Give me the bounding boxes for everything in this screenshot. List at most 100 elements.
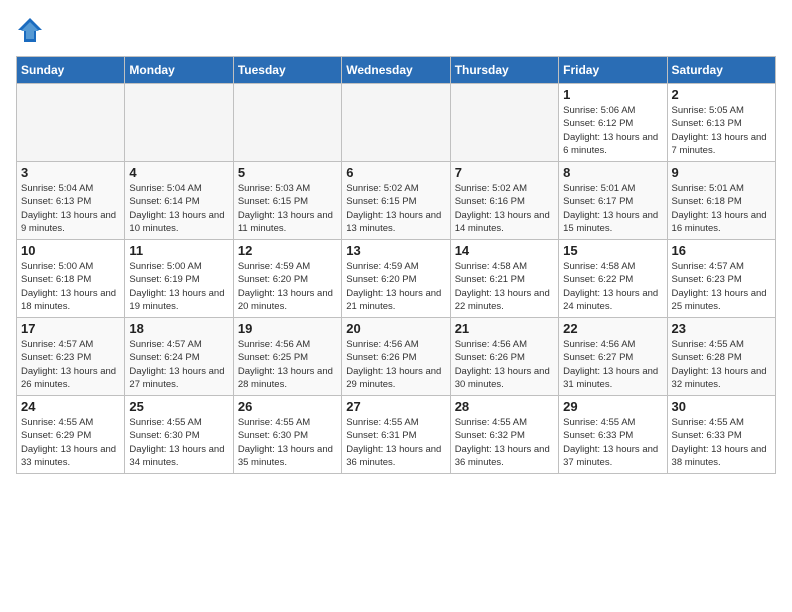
calendar-cell: 12 Sunrise: 4:59 AM Sunset: 6:20 PM Dayli… xyxy=(233,240,341,318)
day-info: Sunrise: 4:57 AM Sunset: 6:23 PM Dayligh… xyxy=(672,260,771,313)
day-info: Sunrise: 5:01 AM Sunset: 6:17 PM Dayligh… xyxy=(563,182,662,235)
day-number: 16 xyxy=(672,243,771,258)
calendar-cell xyxy=(17,84,125,162)
calendar-cell: 9Sunrise: 5:01 AM Sunset: 6:18 PM Daylig… xyxy=(667,162,775,240)
calendar-cell: 17Sunrise: 4:57 AM Sunset: 6:23 PM Dayli… xyxy=(17,318,125,396)
calendar-cell: 25 Sunrise: 4:55 AM Sunset: 6:30 PM Dayli… xyxy=(125,396,233,474)
day-info: Sunrise: 4:58 AM Sunset: 6:22 PM Dayligh… xyxy=(563,260,662,313)
calendar-cell: 19 Sunrise: 4:56 AM Sunset: 6:25 PM Dayli… xyxy=(233,318,341,396)
day-number: 30 xyxy=(672,399,771,414)
calendar-cell: 15 Sunrise: 4:58 AM Sunset: 6:22 PM Dayli… xyxy=(559,240,667,318)
day-info: Sunrise: 5:06 AM Sunset: 6:12 PM Dayligh… xyxy=(563,104,662,157)
day-number: 22 xyxy=(563,321,662,336)
calendar-week-row: 10 Sunrise: 5:00 AM Sunset: 6:18 PM Dayli… xyxy=(17,240,776,318)
day-number: 25 xyxy=(129,399,228,414)
day-number: 14 xyxy=(455,243,554,258)
day-number: 23 xyxy=(672,321,771,336)
day-number: 2 xyxy=(672,87,771,102)
calendar-cell xyxy=(450,84,558,162)
day-info: Sunrise: 5:04 AM Sunset: 6:14 PM Dayligh… xyxy=(129,182,228,235)
calendar-cell: 6 Sunrise: 5:02 AM Sunset: 6:15 PM Daylig… xyxy=(342,162,450,240)
calendar-cell: 4 Sunrise: 5:04 AM Sunset: 6:14 PM Daylig… xyxy=(125,162,233,240)
calendar-cell: 22 Sunrise: 4:56 AM Sunset: 6:27 PM Dayli… xyxy=(559,318,667,396)
calendar-cell: 21 Sunrise: 4:56 AM Sunset: 6:26 PM Dayli… xyxy=(450,318,558,396)
calendar-cell: 20 Sunrise: 4:56 AM Sunset: 6:26 PM Dayli… xyxy=(342,318,450,396)
day-number: 17 xyxy=(21,321,120,336)
weekday-header: Thursday xyxy=(450,57,558,84)
day-info: Sunrise: 5:00 AM Sunset: 6:18 PM Dayligh… xyxy=(21,260,120,313)
day-info: Sunrise: 4:58 AM Sunset: 6:21 PM Dayligh… xyxy=(455,260,554,313)
calendar-cell xyxy=(125,84,233,162)
day-info: Sunrise: 4:55 AM Sunset: 6:33 PM Dayligh… xyxy=(563,416,662,469)
calendar-header-row: SundayMondayTuesdayWednesdayThursdayFrid… xyxy=(17,57,776,84)
weekday-header: Saturday xyxy=(667,57,775,84)
day-info: Sunrise: 4:55 AM Sunset: 6:32 PM Dayligh… xyxy=(455,416,554,469)
day-info: Sunrise: 5:03 AM Sunset: 6:15 PM Dayligh… xyxy=(238,182,337,235)
header xyxy=(16,16,776,44)
day-info: Sunrise: 4:59 AM Sunset: 6:20 PM Dayligh… xyxy=(238,260,337,313)
day-info: Sunrise: 5:05 AM Sunset: 6:13 PM Dayligh… xyxy=(672,104,771,157)
day-info: Sunrise: 4:56 AM Sunset: 6:25 PM Dayligh… xyxy=(238,338,337,391)
day-info: Sunrise: 4:57 AM Sunset: 6:24 PM Dayligh… xyxy=(129,338,228,391)
calendar-cell: 10 Sunrise: 5:00 AM Sunset: 6:18 PM Dayli… xyxy=(17,240,125,318)
calendar-cell: 5 Sunrise: 5:03 AM Sunset: 6:15 PM Daylig… xyxy=(233,162,341,240)
day-number: 20 xyxy=(346,321,445,336)
day-number: 19 xyxy=(238,321,337,336)
day-info: Sunrise: 4:55 AM Sunset: 6:30 PM Dayligh… xyxy=(129,416,228,469)
day-number: 8 xyxy=(563,165,662,180)
day-info: Sunrise: 4:59 AM Sunset: 6:20 PM Dayligh… xyxy=(346,260,445,313)
day-number: 1 xyxy=(563,87,662,102)
calendar-cell: 24 Sunrise: 4:55 AM Sunset: 6:29 PM Dayli… xyxy=(17,396,125,474)
weekday-header: Tuesday xyxy=(233,57,341,84)
weekday-header: Monday xyxy=(125,57,233,84)
day-number: 29 xyxy=(563,399,662,414)
calendar-cell xyxy=(233,84,341,162)
day-number: 3 xyxy=(21,165,120,180)
day-number: 21 xyxy=(455,321,554,336)
day-number: 5 xyxy=(238,165,337,180)
day-info: Sunrise: 4:56 AM Sunset: 6:27 PM Dayligh… xyxy=(563,338,662,391)
day-info: Sunrise: 5:00 AM Sunset: 6:19 PM Dayligh… xyxy=(129,260,228,313)
calendar-cell: 14 Sunrise: 4:58 AM Sunset: 6:21 PM Dayli… xyxy=(450,240,558,318)
calendar-cell: 2 Sunrise: 5:05 AM Sunset: 6:13 PM Daylig… xyxy=(667,84,775,162)
weekday-header: Friday xyxy=(559,57,667,84)
calendar-cell: 28 Sunrise: 4:55 AM Sunset: 6:32 PM Dayli… xyxy=(450,396,558,474)
calendar-cell: 26Sunrise: 4:55 AM Sunset: 6:30 PM Dayli… xyxy=(233,396,341,474)
day-number: 9 xyxy=(672,165,771,180)
day-info: Sunrise: 5:02 AM Sunset: 6:16 PM Dayligh… xyxy=(455,182,554,235)
day-number: 18 xyxy=(129,321,228,336)
calendar-week-row: 3 Sunrise: 5:04 AM Sunset: 6:13 PM Daylig… xyxy=(17,162,776,240)
day-info: Sunrise: 4:55 AM Sunset: 6:28 PM Dayligh… xyxy=(672,338,771,391)
day-number: 7 xyxy=(455,165,554,180)
calendar-table: SundayMondayTuesdayWednesdayThursdayFrid… xyxy=(16,56,776,474)
day-info: Sunrise: 5:02 AM Sunset: 6:15 PM Dayligh… xyxy=(346,182,445,235)
day-number: 12 xyxy=(238,243,337,258)
calendar-cell: 27Sunrise: 4:55 AM Sunset: 6:31 PM Dayli… xyxy=(342,396,450,474)
calendar-cell: 30 Sunrise: 4:55 AM Sunset: 6:33 PM Dayli… xyxy=(667,396,775,474)
day-number: 24 xyxy=(21,399,120,414)
calendar-cell: 23 Sunrise: 4:55 AM Sunset: 6:28 PM Dayli… xyxy=(667,318,775,396)
calendar-cell: 3 Sunrise: 5:04 AM Sunset: 6:13 PM Daylig… xyxy=(17,162,125,240)
calendar-week-row: 17Sunrise: 4:57 AM Sunset: 6:23 PM Dayli… xyxy=(17,318,776,396)
calendar-cell: 7 Sunrise: 5:02 AM Sunset: 6:16 PM Daylig… xyxy=(450,162,558,240)
calendar-cell: 16 Sunrise: 4:57 AM Sunset: 6:23 PM Dayli… xyxy=(667,240,775,318)
day-number: 6 xyxy=(346,165,445,180)
day-info: Sunrise: 4:55 AM Sunset: 6:33 PM Dayligh… xyxy=(672,416,771,469)
day-info: Sunrise: 5:04 AM Sunset: 6:13 PM Dayligh… xyxy=(21,182,120,235)
day-number: 4 xyxy=(129,165,228,180)
day-number: 26 xyxy=(238,399,337,414)
day-number: 10 xyxy=(21,243,120,258)
calendar-week-row: 1 Sunrise: 5:06 AM Sunset: 6:12 PM Daylig… xyxy=(17,84,776,162)
logo-icon xyxy=(16,16,44,44)
weekday-header: Wednesday xyxy=(342,57,450,84)
day-info: Sunrise: 4:56 AM Sunset: 6:26 PM Dayligh… xyxy=(455,338,554,391)
calendar-cell xyxy=(342,84,450,162)
day-info: Sunrise: 4:55 AM Sunset: 6:29 PM Dayligh… xyxy=(21,416,120,469)
calendar-cell: 13Sunrise: 4:59 AM Sunset: 6:20 PM Dayli… xyxy=(342,240,450,318)
day-info: Sunrise: 4:55 AM Sunset: 6:31 PM Dayligh… xyxy=(346,416,445,469)
day-info: Sunrise: 4:56 AM Sunset: 6:26 PM Dayligh… xyxy=(346,338,445,391)
calendar-cell: 29 Sunrise: 4:55 AM Sunset: 6:33 PM Dayli… xyxy=(559,396,667,474)
day-number: 28 xyxy=(455,399,554,414)
calendar-week-row: 24 Sunrise: 4:55 AM Sunset: 6:29 PM Dayli… xyxy=(17,396,776,474)
day-number: 15 xyxy=(563,243,662,258)
